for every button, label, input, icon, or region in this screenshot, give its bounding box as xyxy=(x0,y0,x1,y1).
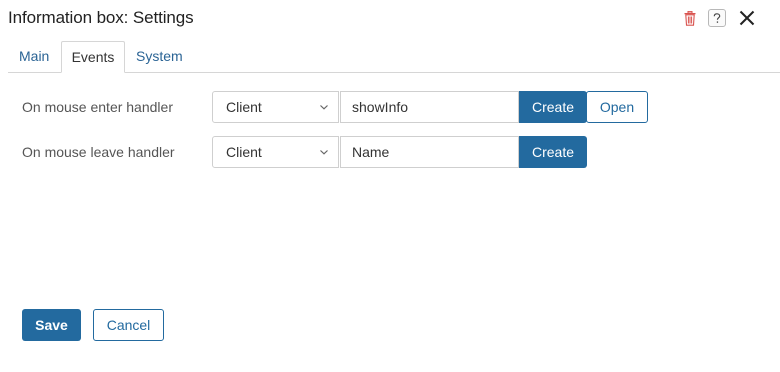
trash-icon[interactable] xyxy=(682,8,698,28)
mouse-leave-scope-value: Client xyxy=(226,144,262,160)
mouse-enter-scope-select[interactable]: Client xyxy=(212,91,339,123)
mouse-leave-create-button[interactable]: Create xyxy=(519,136,587,168)
tab-system[interactable]: System xyxy=(125,41,194,72)
tab-events[interactable]: Events xyxy=(61,41,125,73)
mouse-enter-scope-value: Client xyxy=(226,99,262,115)
mouse-leave-scope-select[interactable]: Client xyxy=(212,136,339,168)
mouse-enter-handler-row: On mouse enter handler Client Create Ope… xyxy=(0,91,780,123)
mouse-leave-handler-row: On mouse leave handler Client Create xyxy=(0,136,780,168)
mouse-leave-handler-label: On mouse leave handler xyxy=(22,144,175,160)
save-button[interactable]: Save xyxy=(22,309,81,341)
mouse-enter-handler-label: On mouse enter handler xyxy=(22,99,173,115)
tab-main[interactable]: Main xyxy=(8,41,60,72)
dialog-title: Information box: Settings xyxy=(8,8,194,27)
mouse-enter-open-button[interactable]: Open xyxy=(586,91,648,123)
tab-bar: Main Events System xyxy=(8,41,780,73)
title-actions xyxy=(682,7,758,29)
settings-dialog: Information box: Settings Main Events Sy… xyxy=(0,0,780,372)
question-icon[interactable] xyxy=(708,9,726,27)
mouse-enter-handler-input[interactable] xyxy=(340,91,519,123)
mouse-leave-handler-input[interactable] xyxy=(340,136,519,168)
chevron-down-icon xyxy=(320,105,328,110)
close-icon[interactable] xyxy=(736,7,758,29)
chevron-down-icon xyxy=(320,150,328,155)
mouse-enter-create-button[interactable]: Create xyxy=(519,91,587,123)
cancel-button[interactable]: Cancel xyxy=(93,309,164,341)
